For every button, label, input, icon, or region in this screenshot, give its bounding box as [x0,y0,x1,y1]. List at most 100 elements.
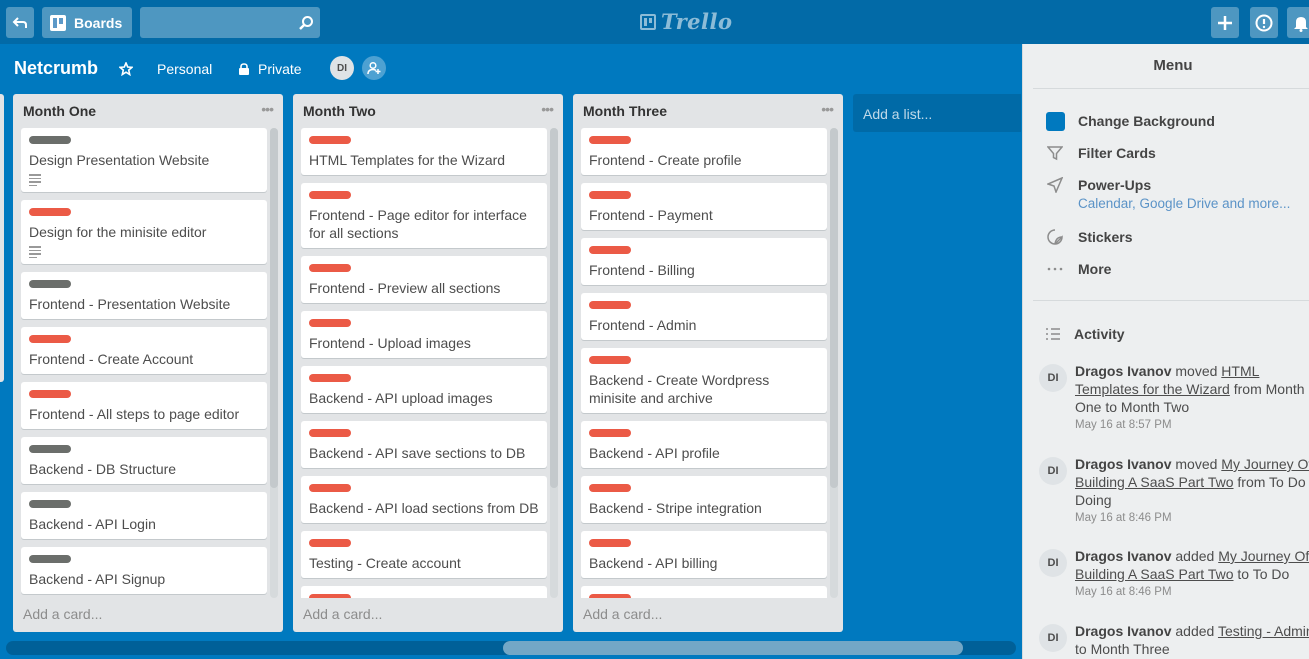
card[interactable]: Backend - API Login [21,492,267,539]
power-ups-subtitle[interactable]: Calendar, Google Drive and more... [1078,195,1290,213]
add-card-button[interactable]: Add a card... [303,606,382,622]
trello-logo[interactable]: Trello [640,9,733,34]
back-button[interactable] [6,7,34,38]
activity-user[interactable]: Dragos Ivanov [1075,456,1171,472]
activity-text: Dragos Ivanov moved My Journey Of Buildi… [1075,455,1309,527]
activity-timestamp[interactable]: May 16 at 8:57 PM [1075,416,1309,434]
add-member-button[interactable] [362,56,386,80]
list-menu-icon[interactable]: ••• [541,101,554,117]
card-title: Frontend - Create profile [589,152,742,168]
card[interactable]: Frontend - Billing [581,238,827,285]
card-label-gray [29,136,71,144]
search-input[interactable] [140,7,320,38]
activity-user[interactable]: Dragos Ivanov [1075,623,1171,639]
list-scrollbar[interactable] [270,128,278,598]
card-title: Frontend - Payment [589,207,713,223]
list-title[interactable]: Month One [23,103,96,119]
card-label-red [309,136,351,144]
card-label-red [309,264,351,272]
list-menu-icon[interactable]: ••• [821,101,834,117]
activity-text: Dragos Ivanov added My Journey Of Buildi… [1075,547,1309,601]
board-menu-sidebar: Menu Change Background Filter Cards Powe… [1022,44,1309,659]
board-scrollbar-thumb[interactable] [503,641,963,655]
card-label-red [29,390,71,398]
card[interactable]: Design for the minisite editor [21,200,267,264]
card[interactable]: Frontend - All steps to page editor [21,382,267,429]
activity-avatar[interactable]: DI [1039,624,1067,652]
list-scrollbar[interactable] [830,128,838,598]
menu-item-power-ups[interactable]: Power-Ups Calendar, Google Drive and mor… [1045,175,1290,213]
list-month-three: Month Three ••• Frontend - Create profile F… [573,94,843,632]
card[interactable]: Backend - API billing [581,531,827,578]
menu-item-label: Power-Ups [1078,177,1152,193]
menu-item-change-background[interactable]: Change Background [1045,111,1215,131]
card-title: Backend - Stripe integration [589,500,762,516]
board-scrollbar[interactable] [6,641,1016,655]
bell-icon [1294,16,1308,32]
boards-button[interactable]: Boards [42,7,132,38]
card[interactable] [301,586,547,598]
list-scrollbar-thumb[interactable] [270,128,278,488]
activity-avatar[interactable]: DI [1039,549,1067,577]
notifications-button[interactable] [1287,7,1309,38]
activity-action: moved [1175,363,1218,379]
card[interactable]: Frontend - Create profile [581,128,827,175]
card[interactable] [581,586,827,598]
board-team[interactable]: Personal [157,59,212,79]
card[interactable]: Frontend - Presentation Website [21,272,267,319]
list-scrollbar-thumb[interactable] [830,128,838,488]
card[interactable]: Backend - Stripe integration [581,476,827,523]
card[interactable]: Testing - Create account [301,531,547,578]
card[interactable]: Frontend - Upload images [301,311,547,358]
card[interactable]: Backend - API Signup [21,547,267,594]
top-header: Boards Trello [0,0,1309,44]
list-title[interactable]: Month Two [303,103,376,119]
info-button[interactable] [1250,7,1278,38]
list-scrollbar-thumb[interactable] [550,128,558,488]
add-list-button[interactable]: Add a list... [853,94,1021,132]
card[interactable]: Design Presentation Website [21,128,267,192]
boards-icon [50,14,66,31]
member-avatar[interactable]: DI [330,56,354,80]
card[interactable]: HTML Templates for the Wizard [301,128,547,175]
menu-item-more[interactable]: More [1045,259,1111,279]
card[interactable]: Backend - API profile [581,421,827,468]
card[interactable]: Backend - Create Wordpress minisite and … [581,348,827,413]
list-menu-icon[interactable]: ••• [261,101,274,117]
list-title[interactable]: Month Three [583,103,667,119]
activity-user[interactable]: Dragos Ivanov [1075,548,1171,564]
star-icon[interactable] [118,59,134,79]
activity-avatar[interactable]: DI [1039,364,1067,392]
card[interactable]: Frontend - Page editor for interface for… [301,183,547,248]
activity-timestamp[interactable]: May 16 at 8:46 PM [1075,583,1309,601]
add-card-button[interactable]: Add a card... [23,606,102,622]
card-title: Backend - API Signup [29,571,166,587]
card[interactable]: Backend - API load sections from DB [301,476,547,523]
activity-user[interactable]: Dragos Ivanov [1075,363,1171,379]
card[interactable]: Frontend - Create Account [21,327,267,374]
card[interactable]: Frontend - Admin [581,293,827,340]
list-scrollbar[interactable] [550,128,558,598]
card[interactable]: Frontend - Preview all sections [301,256,547,303]
card[interactable]: Backend - DB Structure [21,437,267,484]
background-swatch-icon [1045,111,1065,131]
menu-item-stickers[interactable]: Stickers [1045,227,1132,247]
menu-item-filter-cards[interactable]: Filter Cards [1045,143,1156,163]
card[interactable]: Backend - API save sections to DB [301,421,547,468]
add-button[interactable] [1211,7,1239,38]
board-title[interactable]: Netcrumb [14,58,98,79]
board-visibility[interactable]: Private [238,59,302,79]
activity-text: Dragos Ivanov moved HTML Templates for t… [1075,362,1309,434]
logo-text: Trello [661,9,733,34]
add-card-button[interactable]: Add a card... [583,606,662,622]
activity-card-link[interactable]: Testing - Admin [1218,623,1309,639]
card-list: HTML Templates for the Wizard Frontend - … [301,128,547,598]
activity-avatar[interactable]: DI [1039,457,1067,485]
card-title: Backend - Create Wordpress minisite and … [589,372,770,406]
card[interactable]: Backend - API upload images [301,366,547,413]
plus-icon [1218,15,1232,30]
card-title: Frontend - Preview all sections [309,280,501,296]
activity-item: DI Dragos Ivanov added Testing - Admin to… [1039,622,1309,658]
card[interactable]: Frontend - Payment [581,183,827,230]
activity-timestamp[interactable]: May 16 at 8:46 PM [1075,509,1309,527]
